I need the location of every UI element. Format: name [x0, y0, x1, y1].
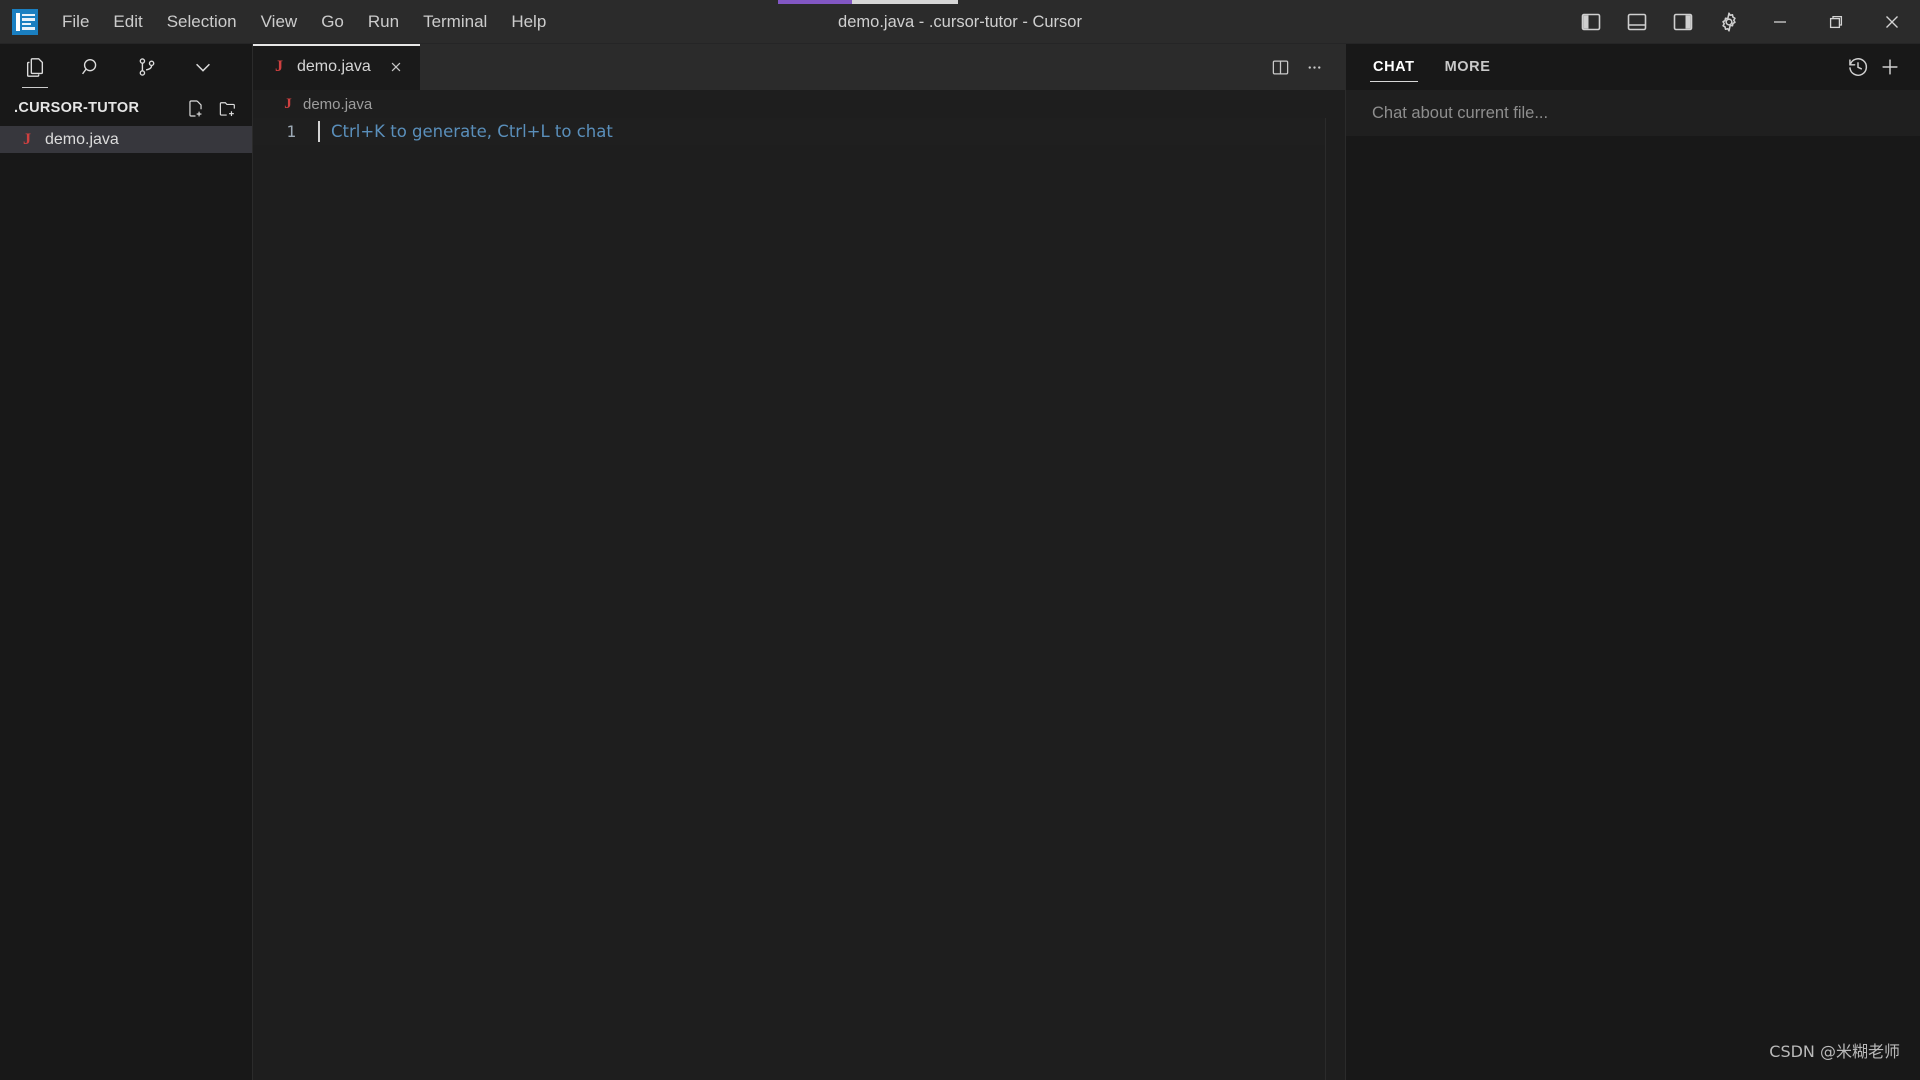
list-item[interactable]: J demo.java: [0, 126, 252, 153]
title-bar: File Edit Selection View Go Run Terminal…: [0, 0, 1920, 44]
chat-input-placeholder: Chat about current file...: [1372, 103, 1549, 122]
folder-name: .CURSOR-TUTOR: [14, 100, 140, 116]
layout-panel-left-icon[interactable]: [1568, 0, 1614, 44]
title-bar-actions: [1568, 0, 1920, 43]
sidebar-item-search[interactable]: [76, 51, 106, 83]
primary-sidebar: .CURSOR-TUTOR J demo.java: [0, 44, 253, 1080]
secondary-sidebar-chat: CHAT MORE Chat about current file...: [1345, 44, 1920, 1080]
chat-input[interactable]: Chat about current file...: [1346, 90, 1920, 136]
cursor-app-logo-icon: [12, 8, 38, 35]
menu-item-view[interactable]: View: [250, 7, 309, 37]
new-file-icon[interactable]: [184, 97, 206, 119]
chevron-down-icon[interactable]: [188, 51, 218, 83]
accent-gray-segment: [852, 0, 958, 4]
menu-item-help[interactable]: Help: [500, 7, 557, 37]
close-icon[interactable]: [385, 56, 407, 78]
breadcrumb-label: demo.java: [303, 95, 373, 113]
java-file-icon: J: [284, 95, 292, 112]
sidebar-item-source-control[interactable]: [132, 51, 162, 83]
tab-chat[interactable]: CHAT: [1370, 44, 1418, 90]
sidebar-item-explorer[interactable]: [20, 51, 50, 88]
ellipsis-icon[interactable]: [1299, 52, 1329, 82]
menu-item-run[interactable]: Run: [357, 7, 410, 37]
maximize-restore-icon[interactable]: [1808, 0, 1864, 44]
accent-purple-segment: [778, 0, 852, 4]
folder-actions: [184, 97, 238, 119]
chat-message-list: [1346, 136, 1920, 1080]
cursor-editor-window: File Edit Selection View Go Run Terminal…: [0, 0, 1920, 1080]
minimize-icon[interactable]: [1752, 0, 1808, 44]
activity-bar: [0, 44, 252, 90]
code-content[interactable]: 1 Ctrl+K to generate, Ctrl+L to chat: [253, 118, 1325, 1080]
layout-panel-right-icon[interactable]: [1660, 0, 1706, 44]
explorer-folder-header: .CURSOR-TUTOR: [0, 90, 252, 126]
tab-demo-java[interactable]: J demo.java: [253, 44, 421, 90]
menu-item-edit[interactable]: Edit: [102, 7, 153, 37]
tab-label: demo.java: [297, 58, 371, 75]
new-folder-icon[interactable]: [216, 97, 238, 119]
tab-more[interactable]: MORE: [1442, 44, 1494, 90]
code-line-1[interactable]: 1 Ctrl+K to generate, Ctrl+L to chat: [253, 118, 1325, 145]
gear-icon[interactable]: [1706, 0, 1752, 44]
history-icon[interactable]: [1842, 51, 1874, 83]
split-editor-icon[interactable]: [1265, 52, 1295, 82]
text-cursor: [318, 121, 320, 142]
breadcrumb[interactable]: J demo.java: [253, 90, 1345, 118]
file-name: demo.java: [45, 130, 119, 148]
menu-item-file[interactable]: File: [51, 7, 100, 37]
menu-item-terminal[interactable]: Terminal: [412, 7, 498, 37]
editor-tab-bar: J demo.java: [253, 44, 1345, 90]
editor-actions: [1265, 44, 1345, 90]
file-explorer-list: J demo.java: [0, 126, 252, 153]
inline-ghost-hint: Ctrl+K to generate, Ctrl+L to chat: [331, 122, 613, 141]
overview-ruler[interactable]: [1325, 118, 1345, 1080]
line-number: 1: [286, 122, 296, 141]
java-file-icon: J: [275, 58, 283, 75]
plus-icon[interactable]: [1874, 51, 1906, 83]
tab-bar-spacer: [421, 44, 1265, 90]
menu-bar: File Edit Selection View Go Run Terminal…: [50, 0, 558, 43]
workbench-body: .CURSOR-TUTOR J demo.java J demo.java J …: [0, 44, 1920, 1080]
menu-item-go[interactable]: Go: [310, 7, 355, 37]
chat-header: CHAT MORE: [1346, 44, 1920, 90]
layout-panel-bottom-icon[interactable]: [1614, 0, 1660, 44]
menu-item-selection[interactable]: Selection: [156, 7, 248, 37]
editor-group: J demo.java J demo.java 1 Ctrl+K to gene…: [253, 44, 1345, 1080]
close-icon[interactable]: [1864, 0, 1920, 44]
code-editor[interactable]: 1 Ctrl+K to generate, Ctrl+L to chat: [253, 118, 1345, 1080]
java-file-icon: J: [23, 130, 31, 148]
